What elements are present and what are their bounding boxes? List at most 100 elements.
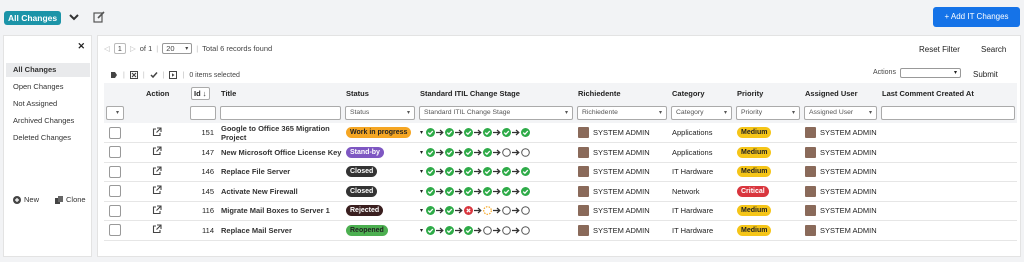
row-priority-cell: Medium [734, 142, 802, 163]
select-all-dropdown[interactable]: ▾ [106, 106, 124, 120]
row-checkbox[interactable] [109, 204, 121, 217]
column-assigned[interactable]: Assigned User [802, 83, 879, 103]
column-category[interactable]: Category [669, 83, 734, 103]
check-icon[interactable] [150, 71, 158, 79]
row-stage-cell: ▾ [417, 162, 575, 182]
row-checkbox[interactable] [109, 185, 121, 198]
requester-filter-placeholder: Richiedente [582, 109, 618, 116]
actions-label: Actions [873, 69, 896, 76]
sidebar-item-all-changes[interactable]: All Changes [6, 63, 90, 77]
row-checkbox[interactable] [109, 224, 121, 237]
caret-down-icon[interactable]: ▾ [420, 149, 423, 156]
stage-done-icon [521, 186, 531, 196]
column-priority[interactable]: Priority [734, 83, 802, 103]
open-external-icon[interactable] [152, 146, 162, 156]
column-requester[interactable]: Richiedente [575, 83, 669, 103]
sidebar-item-deleted-changes[interactable]: Deleted Changes [6, 131, 90, 145]
row-checkbox[interactable] [109, 165, 121, 178]
stage-done-icon [445, 128, 455, 137]
prev-page-icon[interactable]: ◁ [104, 44, 110, 53]
sidebar-item-not-assigned[interactable]: Not Assigned [6, 97, 90, 111]
per-page-select[interactable]: 20 ▾ [162, 42, 193, 54]
new-button[interactable]: New [13, 195, 39, 204]
id-filter-input[interactable] [190, 106, 216, 120]
row-action [125, 123, 188, 143]
title-filter-input[interactable] [220, 106, 341, 120]
stage-done-icon [426, 128, 436, 137]
column-last-comment[interactable]: Last Comment Created At [879, 83, 1017, 103]
caret-down-icon[interactable]: ▾ [420, 168, 423, 175]
avatar [805, 127, 816, 138]
stage-empty-icon [521, 206, 530, 216]
edit-icon[interactable] [92, 10, 106, 24]
search-button[interactable]: Search [981, 45, 1006, 54]
row-priority-cell: Medium [734, 162, 802, 182]
add-button-label: Add IT Changes [950, 12, 1009, 21]
column-id[interactable]: Id ↓ [188, 83, 218, 103]
status-badge: Closed [346, 166, 378, 178]
row-title[interactable]: Activate New Firewall [221, 187, 343, 196]
open-external-icon[interactable] [152, 185, 162, 195]
row-id: 114 [188, 220, 218, 241]
clone-button[interactable]: Clone [55, 195, 86, 204]
row-select [104, 162, 125, 182]
table-row[interactable]: 146 Replace File Server Closed ▾ SYSTEM ADMI… [104, 162, 1017, 182]
status-filter[interactable]: Status ▾ [345, 106, 415, 120]
tag-icon[interactable] [110, 71, 118, 79]
table-row[interactable]: 151 Google to Office 365 Migration Projec… [104, 123, 1017, 143]
row-title[interactable]: Replace Mail Server [221, 226, 343, 235]
row-title-cell: Replace File Server [218, 162, 343, 182]
open-external-icon[interactable] [152, 166, 162, 176]
row-title[interactable]: Replace File Server [221, 167, 343, 176]
last-comment-filter-input[interactable] [881, 106, 1015, 120]
caret-down-icon[interactable]: ▾ [420, 188, 423, 195]
play-box-icon[interactable] [169, 71, 178, 79]
column-stage[interactable]: Standard ITIL Change Stage [417, 83, 575, 103]
category-filter[interactable]: Category ▾ [671, 106, 732, 120]
sidebar-item-open-changes[interactable]: Open Changes [6, 80, 90, 94]
add-it-changes-button[interactable]: + Add IT Changes [933, 7, 1020, 27]
stage-empty-icon [502, 147, 511, 157]
view-selector[interactable]: All Changes [4, 11, 62, 25]
row-checkbox[interactable] [109, 146, 121, 159]
requester-filter[interactable]: Richiedente ▾ [577, 106, 667, 120]
row-requester-cell: SYSTEM ADMIN [575, 123, 669, 143]
column-status[interactable]: Status [343, 83, 417, 103]
table-row[interactable]: 116 Migrate Mail Boxes to Server 1 Rejecte… [104, 201, 1017, 221]
chevron-down-icon[interactable] [67, 10, 81, 24]
actions-select[interactable]: ▾ [900, 68, 961, 78]
row-title[interactable]: Google to Office 365 Migration Project [221, 124, 343, 142]
row-category: Applications [669, 123, 734, 143]
arrow-right-icon [493, 227, 501, 234]
stage-done-icon [521, 128, 531, 137]
table-row[interactable]: 147 New Microsoft Office License Key Stand… [104, 142, 1017, 163]
priority-filter[interactable]: Priority ▾ [736, 106, 800, 120]
column-title[interactable]: Title [218, 83, 343, 103]
row-title[interactable]: Migrate Mail Boxes to Server 1 [221, 206, 343, 215]
caret-down-icon[interactable]: ▾ [420, 227, 423, 234]
status-filter-placeholder: Status [350, 109, 370, 116]
arrow-right-icon [512, 149, 520, 156]
close-icon[interactable]: ✕ [77, 41, 85, 52]
caret-down-icon[interactable]: ▾ [420, 207, 423, 214]
next-page-icon[interactable]: ▷ [130, 44, 136, 53]
row-assigned-cell: SYSTEM ADMIN [802, 181, 879, 202]
row-priority-cell: Critical [734, 181, 802, 202]
table-row[interactable]: 114 Replace Mail Server Reopened ▾ SYSTEM AD… [104, 220, 1017, 241]
submit-button[interactable]: Submit [973, 70, 998, 79]
stage-empty-icon [502, 225, 511, 235]
open-external-icon[interactable] [152, 205, 162, 215]
reset-filter-button[interactable]: Reset Filter [919, 45, 960, 54]
page-number-input[interactable]: 1 [113, 42, 126, 54]
stage-filter[interactable]: Standard ITIL Change Stage ▾ [419, 106, 573, 120]
caret-down-icon[interactable]: ▾ [420, 129, 423, 136]
row-checkbox[interactable] [109, 126, 121, 139]
open-external-icon[interactable] [152, 224, 162, 234]
table-row[interactable]: 145 Activate New Firewall Closed ▾ SYSTEM AD… [104, 181, 1017, 202]
row-title[interactable]: New Microsoft Office License Key [221, 148, 343, 157]
stage-done-icon [483, 167, 493, 177]
open-external-icon[interactable] [152, 126, 162, 137]
delete-icon[interactable] [129, 71, 138, 79]
assigned-filter[interactable]: Assigned User ▾ [804, 106, 877, 120]
sidebar-item-archived-changes[interactable]: Archived Changes [6, 114, 90, 128]
